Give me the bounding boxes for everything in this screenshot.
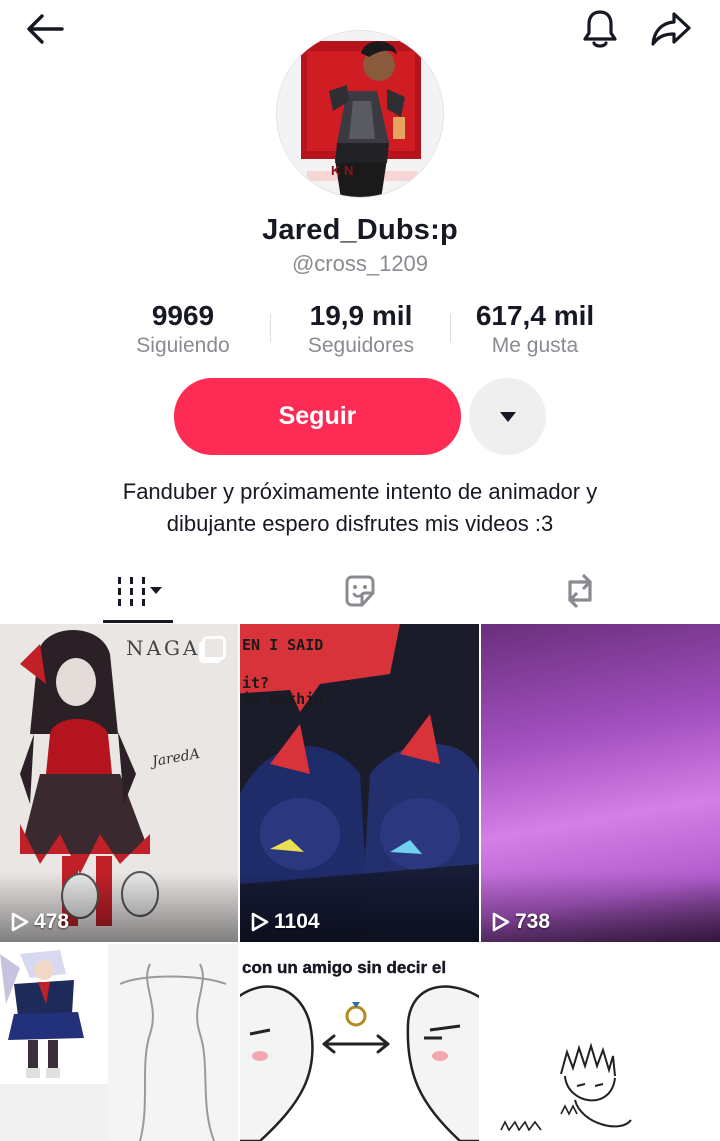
play-outline-icon	[492, 912, 510, 932]
stat-following[interactable]: 9969 Siguiendo	[118, 300, 248, 358]
profile-tabs	[0, 560, 720, 624]
avatar-artwork	[277, 31, 443, 197]
notifications-button[interactable]	[574, 6, 626, 52]
stat-likes[interactable]: 617,4 mil Me gusta	[462, 300, 608, 358]
video-grid: NAGA JaredA 478 EN I SAID it? id nothin-…	[0, 624, 720, 1141]
stat-followers[interactable]: 19,9 mil Seguidores	[288, 300, 434, 358]
username: @cross_1209	[291, 251, 429, 276]
video-thumbnail[interactable]: con un amigo sin decir el	[240, 944, 479, 1141]
share-arrow-icon	[651, 12, 691, 46]
bio-line: dibujante espero disfrutes mis videos :3	[166, 511, 554, 536]
tab-reposts[interactable]	[536, 560, 624, 622]
tab-videos[interactable]	[96, 560, 184, 622]
back-button[interactable]	[18, 8, 70, 50]
video-overlay-text: id nothin-	[242, 690, 333, 708]
profile-stats: 9969 Siguiendo 19,9 mil Seguidores 617,4…	[0, 300, 720, 364]
video-artwork	[481, 944, 720, 1141]
multi-image-icon	[202, 636, 226, 660]
view-count-value: 1104	[274, 910, 320, 933]
bio-line: Fanduber y próximamente intento de anima…	[122, 479, 598, 504]
tab-favorites[interactable]	[316, 560, 404, 622]
profile-avatar[interactable]: K N	[276, 30, 444, 198]
stat-divider	[450, 314, 451, 342]
suggested-accounts-button[interactable]	[469, 378, 546, 455]
view-count: 1104	[250, 910, 320, 934]
active-tab-indicator	[103, 620, 173, 623]
view-count-value: 478	[34, 910, 70, 933]
stat-divider	[270, 314, 271, 342]
view-count: 738	[491, 910, 550, 934]
avatar-logo-text: K N	[331, 163, 354, 178]
play-outline-icon	[11, 912, 29, 932]
video-overlay-text: con un amigo sin decir el	[242, 958, 447, 977]
view-count-value: 738	[515, 910, 551, 933]
display-name: Jared_Dubs:p	[262, 214, 458, 246]
video-thumbnail[interactable]: 738	[481, 624, 720, 942]
profile-bio: Fanduber y próximamente intento de anima…	[40, 476, 680, 540]
share-button[interactable]	[644, 6, 698, 52]
arrow-left-icon	[27, 14, 64, 44]
following-count: 9969	[151, 300, 215, 331]
video-overlay-text: NAGA	[126, 636, 201, 660]
followers-count: 19,9 mil	[309, 300, 413, 331]
video-artwork	[0, 944, 238, 1141]
grid-videos-icon	[118, 577, 162, 606]
view-count: 478	[10, 910, 69, 934]
follow-button[interactable]: Seguir	[174, 378, 461, 455]
video-thumbnail[interactable]: EN I SAID it? id nothin- 1104	[240, 624, 479, 942]
play-outline-icon	[251, 912, 269, 932]
video-thumbnail[interactable]: NAGA JaredA 478	[0, 624, 238, 942]
bell-icon	[583, 10, 617, 48]
sticker-favorites-icon	[345, 575, 375, 607]
video-thumbnail[interactable]	[481, 944, 720, 1141]
likes-count: 617,4 mil	[475, 300, 595, 331]
video-overlay-text: EN I SAID	[242, 636, 324, 654]
likes-label: Me gusta	[491, 334, 579, 357]
repost-icon	[568, 574, 592, 608]
video-thumbnail[interactable]	[0, 944, 238, 1141]
following-label: Siguiendo	[136, 334, 230, 357]
caret-down-icon	[499, 411, 516, 422]
followers-label: Seguidores	[307, 334, 415, 357]
